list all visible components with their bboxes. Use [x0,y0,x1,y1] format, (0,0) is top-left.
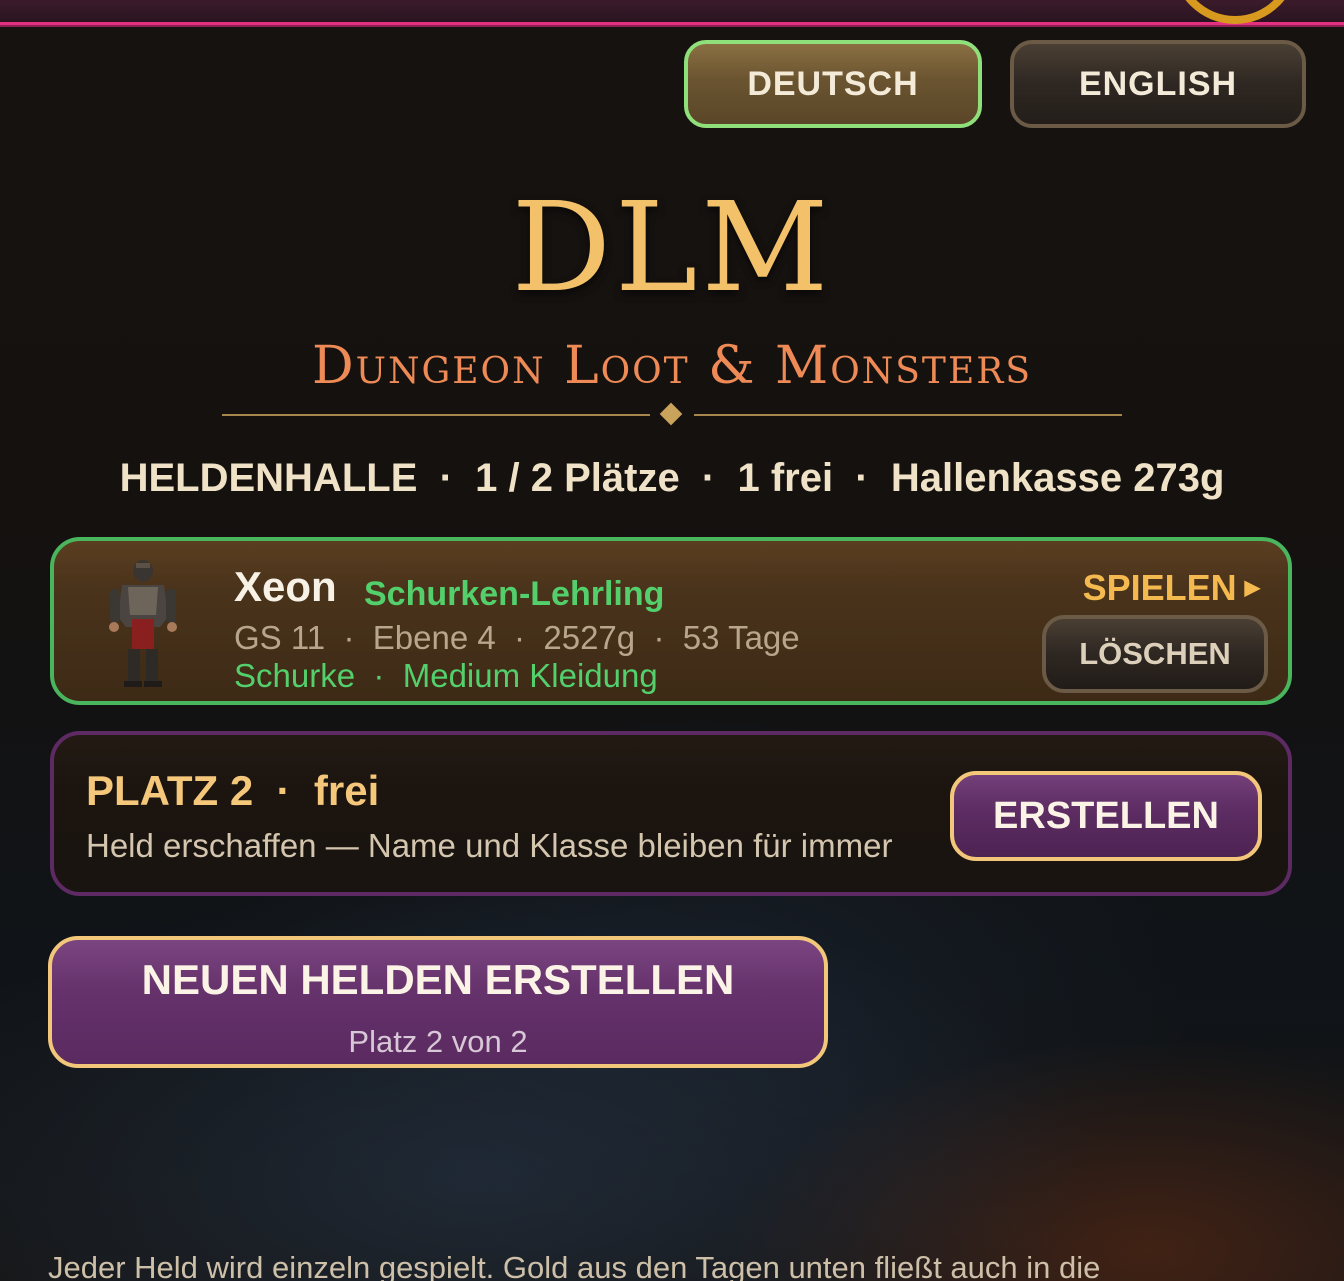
new-hero-button[interactable]: NEUEN HELDEN ERSTELLEN Platz 2 von 2 [48,936,828,1068]
divider-line-left [222,414,650,416]
slot-description: Held erschaffen — Name und Klasse bleibe… [86,827,893,864]
slot-title: PLATZ 2 · frei [86,767,380,814]
hero-rank-title: Schurken-Lehrling [364,575,665,613]
hero-name: Xeon [234,563,337,610]
hall-summary: HELDENHALLE · 1 / 2 Plätze · 1 frei · Ha… [119,456,1225,500]
language-german-button[interactable]: DEUTSCH [684,40,982,128]
hero-stats: GS 11 · Ebene 4 · 2527g · 53 Tage [234,619,800,656]
play-label: SPIELEN [1082,567,1237,608]
hero-slot-card[interactable]: Xeon Schurken-Lehrling GS 11 · Ebene 4 ·… [50,537,1292,705]
new-hero-label: NEUEN HELDEN ERSTELLEN [141,956,735,1003]
empty-slot-card: PLATZ 2 · frei Held erschaffen — Name un… [50,731,1292,896]
footer-info-text: Jeder Held wird einzeln gespielt. Gold a… [48,1250,1101,1281]
game-subtitle: Dungeon Loot & Monsters [311,336,1032,396]
language-english-button[interactable]: ENGLISH [1010,40,1306,128]
divider-line-right [694,414,1122,416]
rogue-character-sprite-icon [109,560,177,687]
divider-diamond-icon [659,402,683,426]
hero-class-line: Schurke · Medium Kleidung [234,657,658,694]
game-logo: DLM [511,176,833,320]
play-button[interactable]: SPIELEN ▶ [1083,567,1260,609]
delete-hero-button[interactable]: LÖSCHEN [1042,615,1268,693]
play-triangle-icon: ▶ [1244,577,1260,599]
new-hero-sublabel: Platz 2 von 2 [348,1024,528,1059]
top-status-bar [0,0,1344,25]
create-slot-button[interactable]: ERSTELLEN [950,771,1262,861]
